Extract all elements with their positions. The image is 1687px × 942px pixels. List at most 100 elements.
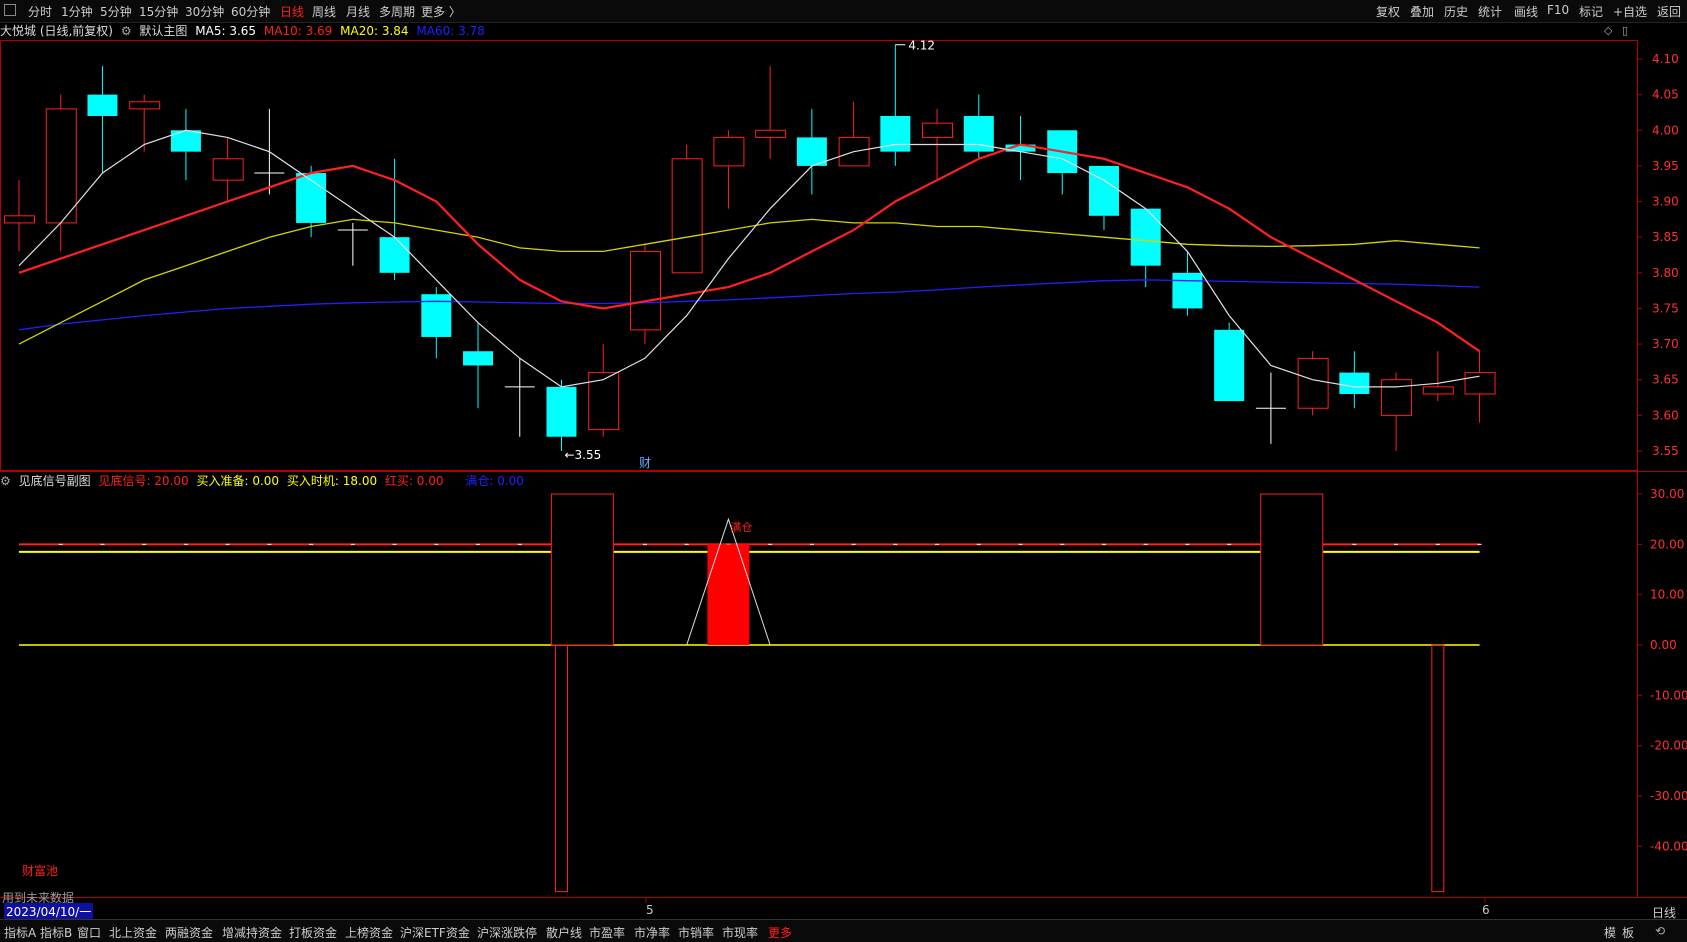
candle-20: [838, 101, 870, 167]
candle-15: [629, 244, 661, 345]
candle-16: [671, 144, 703, 274]
candle-body-16: [671, 158, 703, 274]
main-ytick-label-11: 3.55: [1652, 444, 1679, 458]
candle-32: [1339, 351, 1370, 409]
candle-34: [1422, 351, 1454, 402]
main-ytick-label-10: 3.60: [1652, 408, 1679, 422]
indicator-tab-8[interactable]: 沪深ETF资金: [400, 924, 470, 941]
candle-body-28: [1172, 272, 1203, 309]
candle-body-31: [1297, 357, 1329, 409]
sub-ytick-label-4: -10.00: [1650, 688, 1687, 702]
mode-button-ban[interactable]: 板: [1622, 924, 1634, 941]
kline-chart[interactable]: 4.10 4.05 4.00 3.95 3.90 3.85 3.80 3.75 3.70 3.65…: [0, 0, 1687, 941]
candle-body-32: [1339, 372, 1370, 394]
indicator-tab-12[interactable]: 市净率: [634, 924, 670, 941]
candle-27: [1130, 208, 1161, 288]
sub-ytick-label-1: 20.00: [1650, 537, 1684, 551]
mode-button-mo[interactable]: 模: [1604, 924, 1616, 941]
cai-marker: 财: [639, 456, 651, 470]
indicator-tab-7[interactable]: 上榜资金: [345, 924, 393, 941]
caifuchi-label: 财富池: [22, 864, 59, 878]
indicator-tab-14[interactable]: 市现率: [722, 924, 758, 941]
indicator-tabs-bar: 指标A 指标B 窗口 北上资金 两融资金 增减持资金 打板资金 上榜资金 沪深ETF资金 沪深涨跌…: [0, 919, 1687, 942]
main-ytick-label-7: 3.75: [1652, 301, 1679, 315]
sub-ytick-label-7: -40.00: [1650, 839, 1687, 853]
candle-body-18: [755, 129, 787, 138]
candle-33: [1381, 372, 1413, 451]
candle-26: [1088, 165, 1119, 231]
candle-13: [546, 379, 577, 451]
candle-body-2: [87, 94, 118, 117]
candle-30: [1255, 372, 1286, 444]
month-label-6: 6: [1482, 903, 1490, 917]
indicator-tab-10[interactable]: 散户线: [546, 924, 582, 941]
sub-ytick-label-5: -20.00: [1650, 739, 1687, 753]
negative-signal-bar-0: [554, 644, 568, 893]
candle-body-22: [922, 122, 954, 138]
candle-body-17: [713, 136, 745, 167]
indicator-tab-15[interactable]: 更多: [768, 924, 792, 941]
candle-body-19: [796, 137, 827, 166]
candle-3: [129, 94, 161, 152]
candle-28: [1172, 251, 1203, 316]
candle-body-3: [129, 101, 161, 110]
main-ytick-label-1: 4.05: [1652, 88, 1679, 102]
indicator-tab-13[interactable]: 市销率: [678, 924, 714, 941]
candle-12: [504, 358, 535, 437]
candle-21: [880, 44, 911, 166]
main-ytick-label-2: 4.00: [1652, 123, 1679, 137]
candle-5: [212, 137, 244, 202]
indicator-tab-6[interactable]: 打板资金: [289, 924, 337, 941]
high-price-label: 4.12: [908, 39, 935, 53]
candle-0: [4, 180, 35, 252]
indicator-tab-9[interactable]: 沪深涨跌停: [477, 924, 537, 941]
candle-body-26: [1088, 165, 1119, 216]
back-arrow-icon[interactable]: ⟲: [1655, 924, 1665, 938]
candle-23: [963, 94, 994, 159]
candle-19: [796, 108, 827, 195]
sub-ytick-label-3: 0.00: [1650, 638, 1677, 652]
candle-body-35: [1464, 372, 1496, 395]
candle-25: [1047, 130, 1078, 195]
indicator-tab-2[interactable]: 窗口: [77, 924, 101, 941]
date-cursor-label: 2023/04/10/一: [4, 903, 94, 920]
candle-body-29: [1214, 329, 1245, 402]
mancang-label: 满仓: [730, 520, 752, 534]
main-ytick-label-4: 3.90: [1652, 195, 1679, 209]
bottom-signal-bar-1: [1260, 493, 1324, 646]
candle-1: [45, 94, 77, 252]
candle-11: [463, 322, 494, 409]
negative-signal-bar-1: [1431, 644, 1445, 893]
candle-4: [170, 108, 201, 181]
candle-body-1: [45, 108, 77, 224]
main-ytick-label-5: 3.85: [1652, 230, 1679, 244]
ma60-line: [18, 279, 1480, 331]
candle-body-15: [629, 250, 661, 331]
indicator-tab-11[interactable]: 市盈率: [589, 924, 625, 941]
sub-ytick-label-0: 30.00: [1650, 487, 1684, 501]
red-buy-bar: [707, 544, 750, 645]
indicator-tab-5[interactable]: 增减持资金: [222, 924, 282, 941]
candle-17: [713, 130, 745, 209]
main-ytick-label-3: 3.95: [1652, 159, 1679, 173]
candle-31: [1297, 351, 1329, 416]
candle-35: [1464, 351, 1496, 423]
candle-body-5: [212, 158, 244, 181]
candle-18: [755, 66, 787, 159]
month-label-5: 5: [646, 903, 654, 917]
candle-2: [87, 66, 118, 174]
candle-14: [588, 344, 620, 437]
candle-body-13: [546, 386, 577, 437]
candle-29: [1214, 322, 1245, 402]
low-price-label: ←3.55: [564, 448, 601, 462]
indicator-tab-0[interactable]: 指标A: [4, 924, 36, 941]
candle-body-11: [463, 351, 494, 366]
main-ytick-label-8: 3.70: [1652, 337, 1679, 351]
sub-ytick-label-2: 10.00: [1650, 588, 1684, 602]
candle-body-9: [379, 237, 410, 273]
indicator-tab-3[interactable]: 北上资金: [109, 924, 157, 941]
indicator-tab-4[interactable]: 两融资金: [165, 924, 213, 941]
candle-body-0: [4, 215, 35, 224]
indicator-tab-1[interactable]: 指标B: [40, 924, 72, 941]
main-ytick-label-6: 3.80: [1652, 266, 1679, 280]
